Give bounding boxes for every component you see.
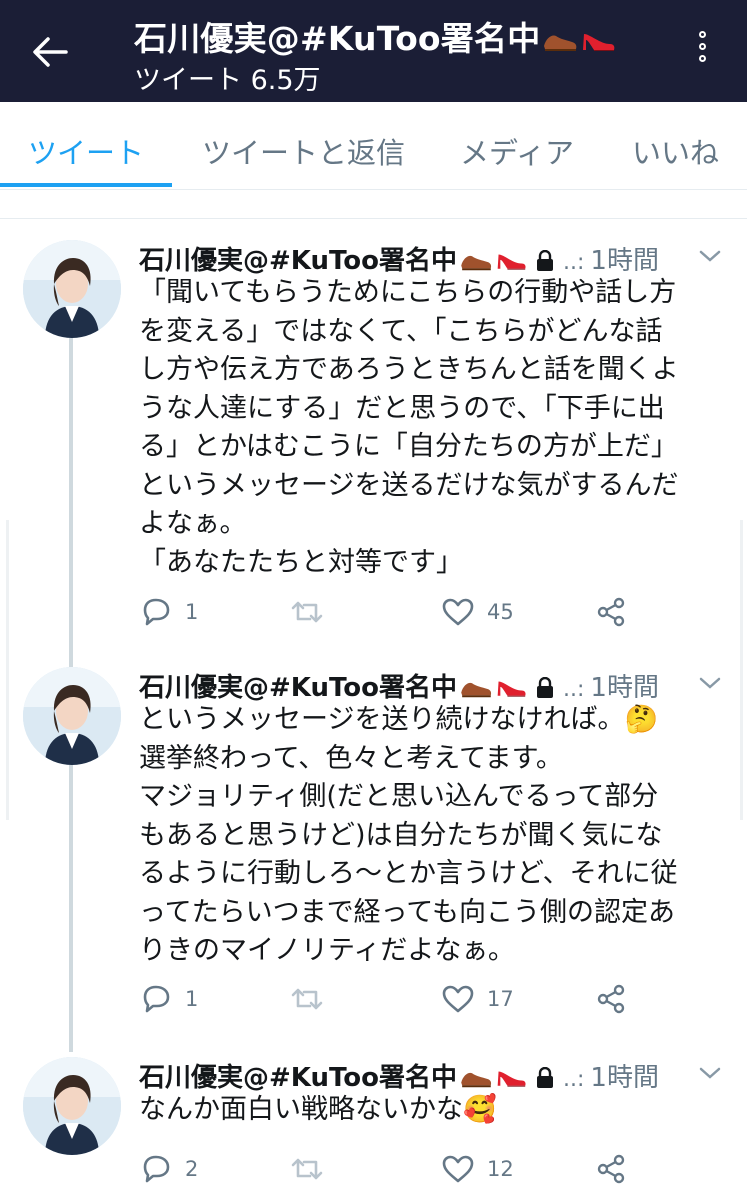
- tweet-text-line: 「あなたたちと対等です」: [139, 546, 463, 578]
- like-count: 45: [487, 600, 514, 624]
- tweet-text-line: マジョリティ側(だと思い込んでるって部分: [139, 781, 659, 812]
- scroll-edge-left: [6, 520, 9, 820]
- share-icon: [595, 983, 627, 1015]
- tab-likes[interactable]: いいね: [632, 130, 719, 172]
- tweet-time[interactable]: 1時間: [590, 1063, 659, 1093]
- share-icon: [595, 596, 627, 628]
- author-handle: ..:: [563, 677, 585, 702]
- reply-button[interactable]: 1: [139, 979, 198, 1019]
- tweet-actions: 1 17: [139, 979, 739, 1019]
- tab-tweets-and-replies[interactable]: ツイートと返信: [202, 130, 405, 172]
- tweet-text-line: る」とかはむこうに「自分たちの方が上だ」: [139, 431, 678, 462]
- avatar[interactable]: [23, 667, 121, 765]
- top-app-bar: 石川優実@#KuToo署名中 ツイート 6.5万: [0, 0, 747, 102]
- active-tab-indicator: [0, 183, 172, 187]
- profile-title: 石川優実@#KuToo署名中: [134, 12, 616, 62]
- profile-name: 石川優実@#KuToo署名中: [134, 19, 541, 58]
- more-options-button[interactable]: [688, 26, 716, 76]
- author-handle: ..:: [563, 250, 585, 275]
- more-vertical-icon: [698, 31, 706, 38]
- tweet-text-line: というメッセージを送るだけな気がするんだ: [139, 469, 679, 501]
- author-name[interactable]: 石川優実@#KuToo署名中: [139, 1063, 457, 1093]
- avatar[interactable]: [23, 240, 121, 338]
- tweet-text: なんか面白い戦略ないかな🥰: [139, 1091, 729, 1130]
- tweet-time[interactable]: 1時間: [590, 246, 659, 276]
- tab-tweets[interactable]: ツイート: [28, 130, 144, 172]
- chevron-down-icon[interactable]: [696, 246, 724, 266]
- share-button[interactable]: [595, 979, 627, 1019]
- avatar[interactable]: [23, 1057, 121, 1155]
- chevron-down-icon[interactable]: [696, 673, 724, 693]
- tweet-text-line: を変える」ではなくて、「こちらがどんな話: [139, 315, 663, 347]
- tweet-text-line: 選挙終わって、色々と考えてます。: [139, 742, 563, 774]
- reply-icon: [139, 983, 173, 1015]
- author-name[interactable]: 石川優実@#KuToo署名中: [139, 246, 457, 276]
- divider: [0, 218, 747, 219]
- heart-icon: [441, 984, 475, 1014]
- tweet-text-line: なんか面白い戦略ないかな🥰: [139, 1094, 497, 1125]
- like-button[interactable]: 17: [441, 979, 514, 1019]
- reply-icon: [139, 596, 173, 628]
- arrow-left-icon: [33, 37, 68, 67]
- reply-count: 2: [185, 1157, 199, 1181]
- tweet-text-line: るように行動しろ〜とか言うけど、それに従: [139, 858, 678, 889]
- tweet-actions: 2 12: [139, 1149, 739, 1189]
- tweet-text-line: うな人達にする」だと思うので、「下手に出: [139, 392, 665, 424]
- like-button[interactable]: 12: [441, 1149, 514, 1189]
- back-button[interactable]: [22, 28, 78, 76]
- more-vertical-icon-dot: [698, 43, 706, 50]
- tweet-text: というメッセージを送り続けなければ。🤔 選挙終わって、色々と考えてます。マジョリテ…: [139, 701, 729, 971]
- tweet-header: 石川優実@#KuToo署名中..: 1時間: [139, 240, 659, 276]
- like-button[interactable]: 45: [441, 592, 514, 632]
- share-button[interactable]: [595, 592, 627, 632]
- tweet-text: 「聞いてもらうためにこちらの行動や話し方 を変える」ではなくて、「こちらがどんな話…: [139, 274, 729, 582]
- high-heel-emoji-icon: [580, 23, 616, 62]
- reply-count: 1: [185, 987, 199, 1011]
- tweet-text-line: し方や伝え方であろうときちんと話を聞くよ: [139, 354, 679, 385]
- heart-icon: [441, 597, 475, 627]
- scroll-edge-right: [740, 520, 743, 820]
- tab-media[interactable]: メディア: [460, 130, 574, 172]
- tweet-text-line: もあると思うけど)は自分たちが聞く気にな: [139, 819, 663, 851]
- chevron-down-icon[interactable]: [696, 1063, 724, 1083]
- author-name[interactable]: 石川優実@#KuToo署名中: [139, 673, 457, 703]
- more-vertical-icon-dot: [698, 55, 706, 62]
- retweet-icon: [289, 984, 325, 1014]
- share-icon: [595, 1153, 627, 1185]
- tweet-time[interactable]: 1時間: [590, 673, 659, 703]
- reply-button[interactable]: 2: [139, 1149, 198, 1189]
- share-button[interactable]: [595, 1149, 627, 1189]
- tweet-count: ツイート 6.5万: [134, 65, 321, 96]
- heart-icon: [441, 1154, 475, 1184]
- reply-icon: [139, 1153, 173, 1185]
- tweet-text-line: というメッセージを送り続けなければ。🤔: [139, 704, 659, 735]
- retweet-button[interactable]: [289, 592, 337, 632]
- author-handle: ..:: [563, 1067, 585, 1092]
- tweet-text-line: 「聞いてもらうためにこちらの行動や話し方: [139, 277, 677, 308]
- tweet-text-line: ってたらいつまで経っても向こう側の認定あ: [139, 896, 675, 928]
- retweet-icon: [289, 1154, 325, 1184]
- profile-tabs: ツイート ツイートと返信 メディア いいね: [0, 102, 747, 190]
- shoe-emoji-icon: [542, 23, 578, 62]
- reply-button[interactable]: 1: [139, 592, 198, 632]
- retweet-icon: [289, 597, 325, 627]
- retweet-button[interactable]: [289, 1149, 337, 1189]
- retweet-button[interactable]: [289, 979, 337, 1019]
- tweet-header: 石川優実@#KuToo署名中..: 1時間: [139, 667, 659, 703]
- tweet-actions: 1 45: [139, 592, 739, 632]
- tweet-text-line: よなぁ。: [139, 508, 247, 539]
- like-count: 17: [487, 987, 514, 1011]
- tweet-header: 石川優実@#KuToo署名中..: 1時間: [139, 1057, 659, 1093]
- tweet-text-line: りきのマイノリティだよなぁ。: [139, 935, 515, 966]
- like-count: 12: [487, 1157, 514, 1181]
- reply-count: 1: [185, 600, 199, 624]
